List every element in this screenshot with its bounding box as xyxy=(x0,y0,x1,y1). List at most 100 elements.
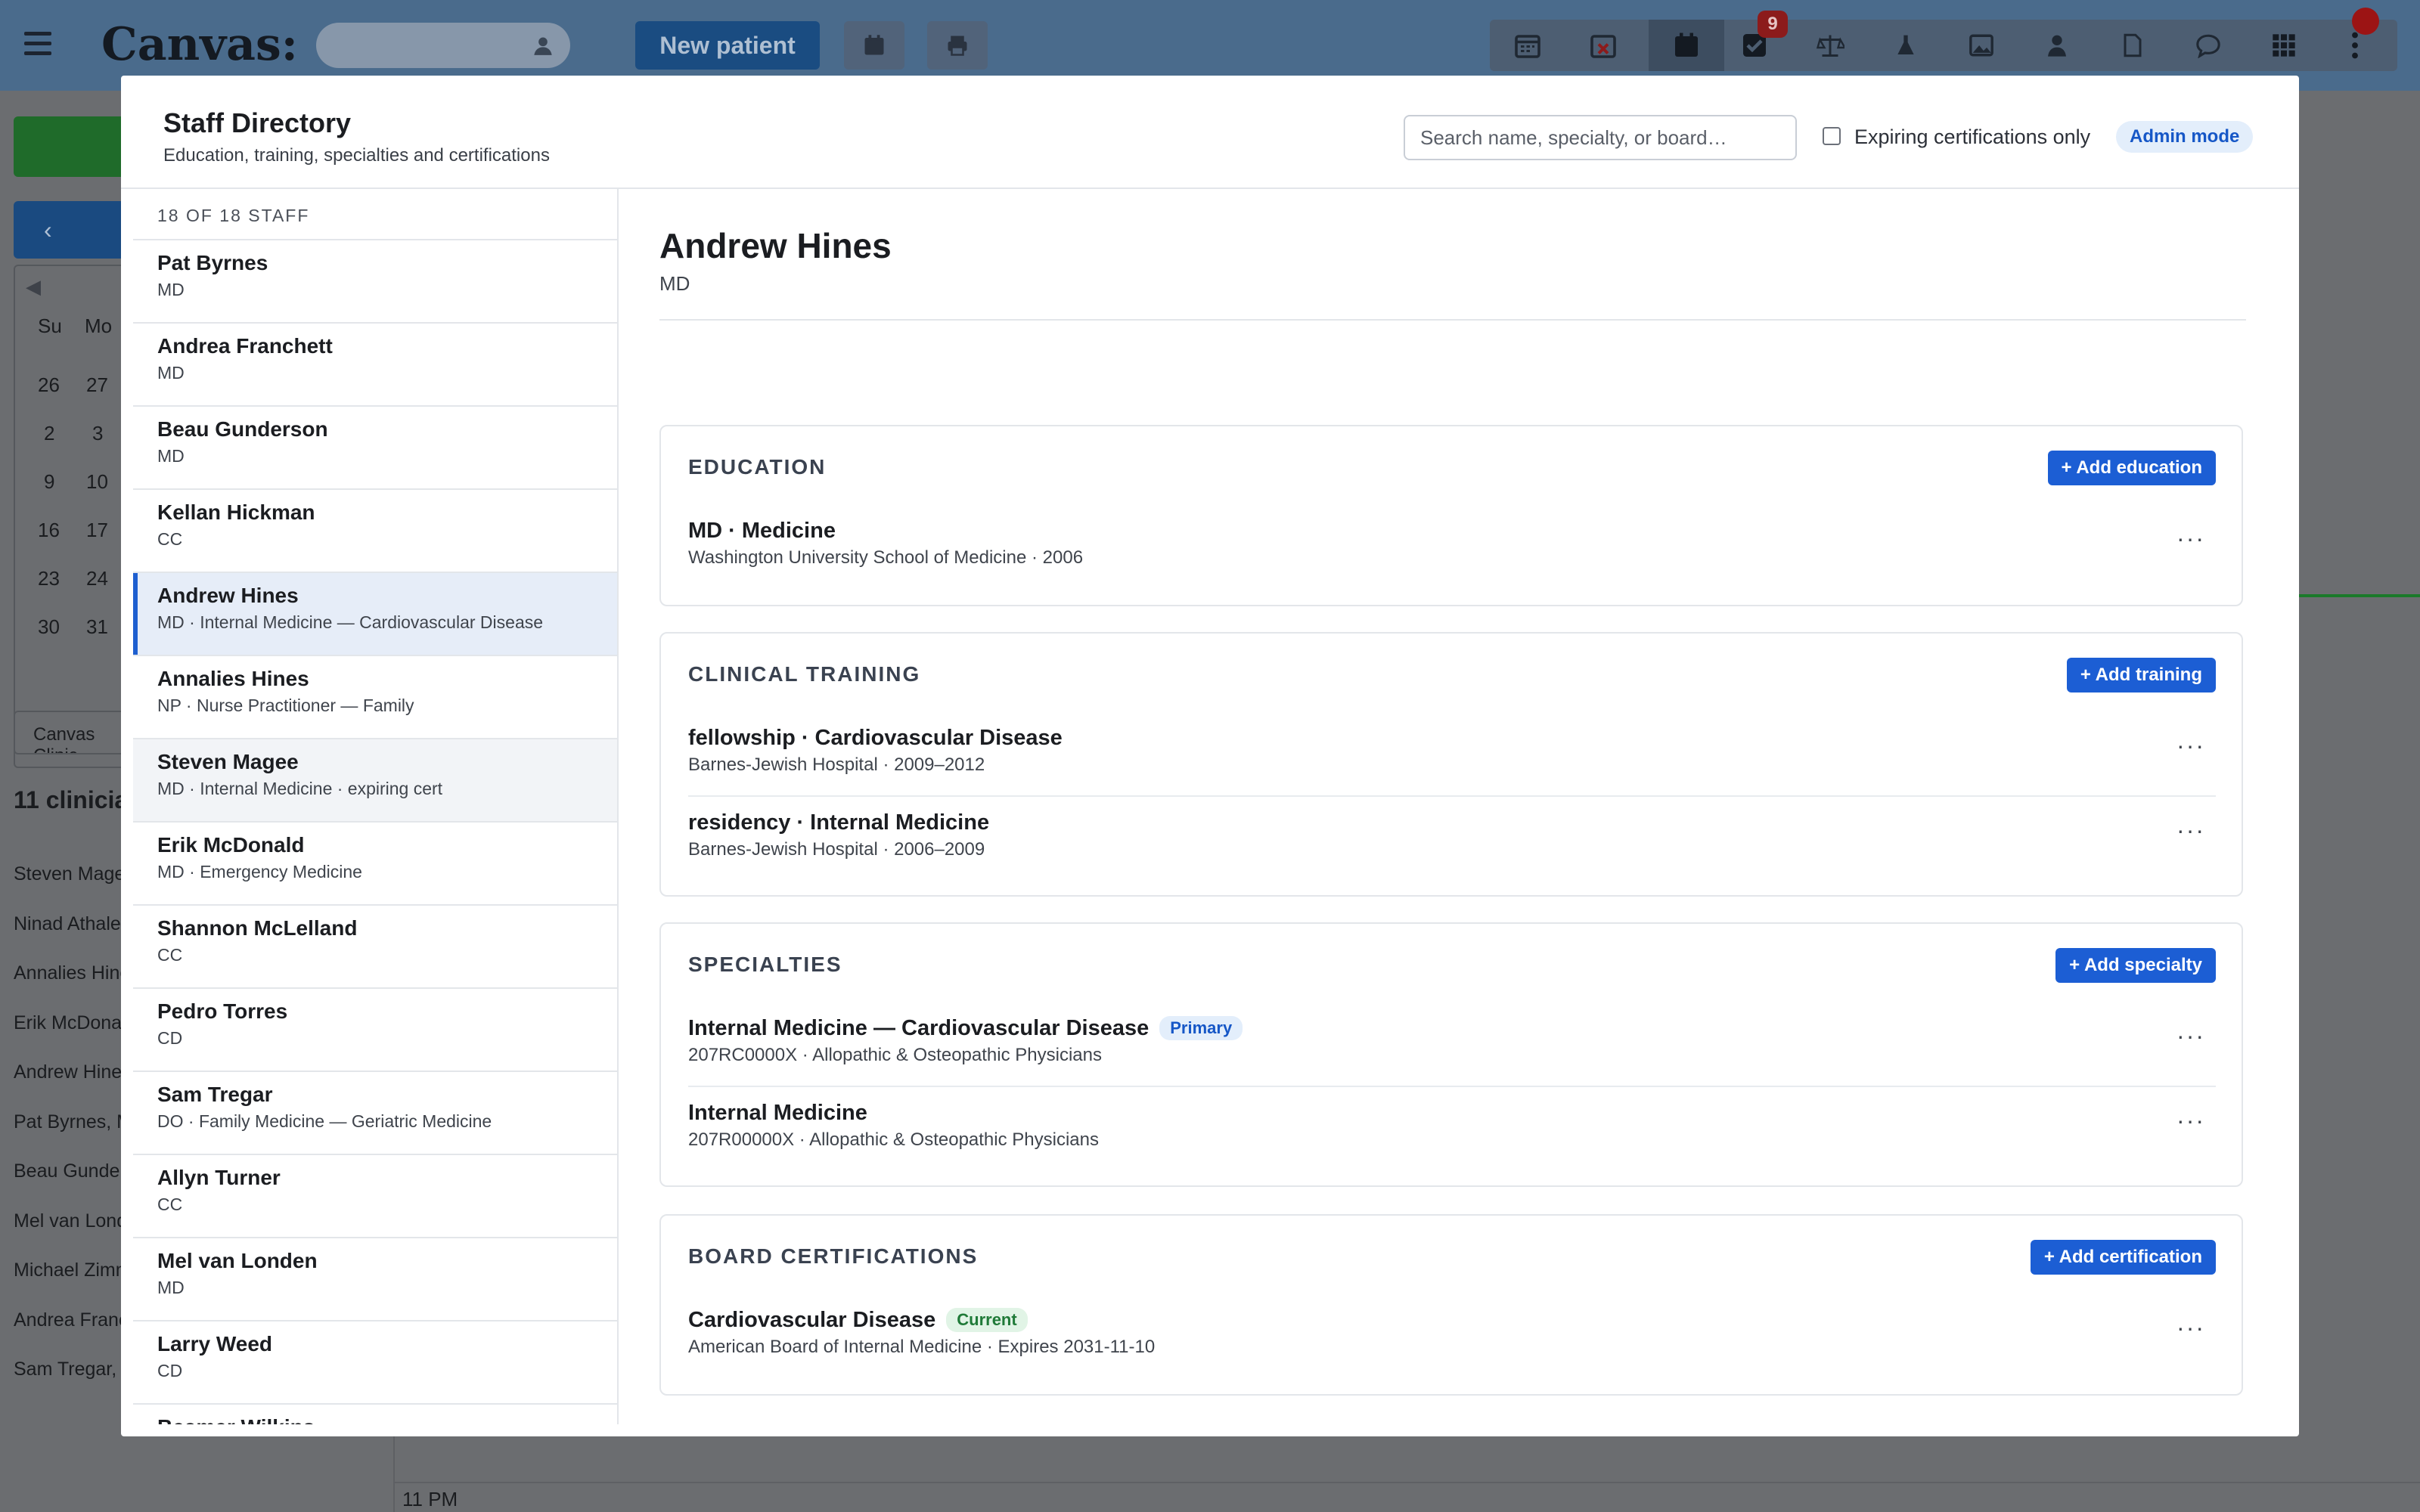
staff-name: Andrew Hines xyxy=(659,226,892,265)
staff-list-item[interactable]: Mel van Londen MD xyxy=(133,1238,617,1321)
entry-title-text: Cardiovascular Disease xyxy=(688,1308,936,1332)
print-button[interactable] xyxy=(927,21,988,70)
calendar-button[interactable] xyxy=(844,21,904,70)
specialties-entry: Internal Medicine 207R00000X · Allopathic… xyxy=(688,1086,2216,1170)
entry-title: Internal Medicine xyxy=(688,1101,867,1126)
background-clinician-name[interactable]: Annalies Hines xyxy=(14,962,127,984)
patient-search[interactable] xyxy=(316,23,570,68)
staff-list-name: Allyn Turner xyxy=(157,1166,281,1189)
background-clinician-name[interactable]: Andrew Hines xyxy=(14,1061,127,1083)
staff-list-item[interactable]: Beau Gunderson MD xyxy=(133,407,617,490)
staff-list-name: Erik McDonald xyxy=(157,833,305,857)
add-education-button[interactable]: + Add education xyxy=(2047,451,2216,485)
more-vertical-icon[interactable] xyxy=(2340,30,2370,60)
staff-list-item[interactable]: Beamer Wilkins xyxy=(133,1405,617,1424)
location-chip[interactable]: Canvas Clinic xyxy=(14,711,127,754)
lab-flask-icon[interactable] xyxy=(1891,30,1921,60)
calendar-day[interactable]: 3 xyxy=(92,422,103,445)
background-clinician-name[interactable]: Sam Tregar, D xyxy=(14,1359,127,1380)
calendar-day[interactable]: 17 xyxy=(86,519,108,542)
staff-list-subtitle: MD · Internal Medicine · expiring cert xyxy=(157,779,443,798)
staff-list-item[interactable]: Steven Magee MD · Internal Medicine · exp… xyxy=(133,739,617,823)
more-options-icon[interactable]: ··· xyxy=(2176,1022,2205,1050)
calendar-day[interactable]: 16 xyxy=(38,519,60,542)
staff-list-name: Pat Byrnes xyxy=(157,251,268,274)
background-clinician-name[interactable]: Beau Gunderson xyxy=(14,1160,127,1182)
schedule-icon[interactable] xyxy=(1512,30,1543,60)
staff-list-item[interactable]: Kellan Hickman CC xyxy=(133,490,617,573)
expiring-only-label[interactable]: Expiring certifications only xyxy=(1854,125,2090,149)
calendar-day[interactable]: 30 xyxy=(38,615,60,639)
calendar-day[interactable]: 10 xyxy=(86,470,108,494)
scales-icon[interactable] xyxy=(1815,30,1845,60)
prev-month-button[interactable]: ‹ xyxy=(14,201,127,259)
staff-list-item[interactable]: Allyn Turner CC xyxy=(133,1155,617,1238)
more-options-icon[interactable]: ··· xyxy=(2176,732,2205,760)
staff-list-subtitle: MD xyxy=(157,363,185,383)
staff-list-item[interactable]: Andrew Hines MD · Internal Medicine — Car… xyxy=(133,573,617,656)
time-label: 11 PM xyxy=(402,1488,458,1510)
staff-directory-modal: Staff Directory Education, training, spe… xyxy=(121,76,2299,1436)
staff-list-item[interactable]: Larry Weed CD xyxy=(133,1321,617,1405)
calendar-day[interactable]: 2 xyxy=(44,422,54,445)
admin-mode-badge: Admin mode xyxy=(2116,121,2254,153)
more-options-icon[interactable]: ··· xyxy=(2176,1314,2205,1342)
background-clinician-name[interactable]: Mel van Londen xyxy=(14,1210,127,1232)
staff-list-name: Kellan Hickman xyxy=(157,500,315,524)
entry-title-text: Internal Medicine xyxy=(688,1101,867,1125)
staff-list-item[interactable]: Pat Byrnes MD xyxy=(133,240,617,324)
calendar-view-icon[interactable] xyxy=(1649,20,1724,71)
document-icon[interactable] xyxy=(2118,30,2148,60)
chat-icon[interactable] xyxy=(2193,30,2223,60)
hamburger-menu-icon[interactable] xyxy=(24,32,51,57)
staff-list-item[interactable]: Erik McDonald MD · Emergency Medicine xyxy=(133,823,617,906)
background-clinician-name[interactable]: Ninad Athale xyxy=(14,913,121,935)
staff-search-input[interactable] xyxy=(1404,115,1797,160)
entry-subtitle: Washington University School of Medicine… xyxy=(688,547,1084,568)
calendar-day[interactable]: 23 xyxy=(38,567,60,590)
entry-title: Cardiovascular Disease Current xyxy=(688,1308,1028,1333)
current-time-line xyxy=(2299,594,2420,597)
calendar-prev-icon[interactable]: ◀ xyxy=(26,275,41,299)
staff-list-subtitle: MD · Internal Medicine — Cardiovascular … xyxy=(157,612,544,632)
calendar-day[interactable]: 26 xyxy=(38,373,60,397)
more-options-icon[interactable]: ··· xyxy=(2176,1107,2205,1135)
app-logo[interactable]: Canvas: xyxy=(101,18,298,71)
staff-list-item[interactable]: Annalies Hines NP · Nurse Practitioner — … xyxy=(133,656,617,739)
add-training-button[interactable]: + Add training xyxy=(2066,658,2216,692)
add-certification-button[interactable]: + Add certification xyxy=(2030,1240,2216,1275)
staff-list-name: Andrew Hines xyxy=(157,584,299,607)
calendar-day[interactable]: 9 xyxy=(44,470,54,494)
staff-icon[interactable] xyxy=(2042,30,2072,60)
primary-action-button[interactable] xyxy=(14,116,127,177)
staff-list-item[interactable]: Pedro Torres CD xyxy=(133,989,617,1072)
more-options-icon[interactable]: ··· xyxy=(2176,816,2205,844)
background-clinician-name[interactable]: Michael Zimm xyxy=(14,1259,127,1281)
background-clinician-name[interactable]: Pat Byrnes, M xyxy=(14,1111,127,1133)
entry-subtitle: Barnes-Jewish Hospital · 2006–2009 xyxy=(688,839,985,860)
cancel-appointment-icon[interactable] xyxy=(1588,30,1618,60)
image-icon[interactable] xyxy=(1966,30,1996,60)
entry-subtitle: Barnes-Jewish Hospital · 2009–2012 xyxy=(688,754,985,775)
new-patient-button[interactable]: New patient xyxy=(635,21,820,70)
add-specialty-button[interactable]: + Add specialty xyxy=(2055,948,2216,983)
person-icon xyxy=(534,37,552,55)
staff-list-subtitle: MD xyxy=(157,1278,185,1297)
calendar-day[interactable]: 24 xyxy=(86,567,108,590)
staff-list-item[interactable]: Shannon McLelland CC xyxy=(133,906,617,989)
calendar-day[interactable]: 31 xyxy=(86,615,108,639)
staff-list-subtitle: NP · Nurse Practitioner — Family xyxy=(157,696,414,715)
apps-grid-icon[interactable] xyxy=(2269,30,2299,60)
calendar-day[interactable]: 27 xyxy=(86,373,108,397)
background-clinician-name[interactable]: Erik McDonald xyxy=(14,1012,127,1034)
background-clinician-name[interactable]: Steven Magee xyxy=(14,863,127,885)
toolbar-icons xyxy=(1490,20,2397,71)
board-certifications-card: BOARD CERTIFICATIONS + Add certification… xyxy=(659,1214,2243,1396)
status-badge: Current xyxy=(946,1308,1028,1332)
staff-list-item[interactable]: Sam Tregar DO · Family Medicine — Geriatr… xyxy=(133,1072,617,1155)
staff-list-item[interactable]: Andrea Franchett MD xyxy=(133,324,617,407)
expiring-only-checkbox[interactable] xyxy=(1823,127,1841,145)
more-options-icon[interactable]: ··· xyxy=(2176,525,2205,553)
education-card: EDUCATION + Add education MD · Medicine W… xyxy=(659,425,2243,606)
background-clinician-name[interactable]: Andrea Franchett xyxy=(14,1309,127,1331)
